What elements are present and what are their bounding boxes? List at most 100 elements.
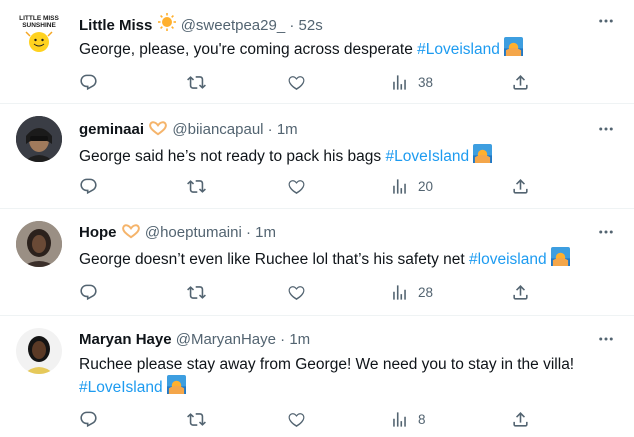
- like-button[interactable]: [287, 408, 306, 430]
- tweet-card[interactable]: Maryan Haye @MaryanHaye · 1m Ruchee plea…: [0, 316, 634, 437]
- tweet-body: George doesn’t even like Ruchee lol that…: [79, 251, 470, 268]
- timestamp[interactable]: 1m: [277, 121, 298, 138]
- reply-button[interactable]: [79, 281, 98, 303]
- tweet-card[interactable]: geminaai @biiancapaul · 1m George said h…: [0, 104, 634, 209]
- share-button[interactable]: [511, 281, 530, 303]
- sun-emoji-icon: [157, 12, 177, 32]
- reply-icon: [79, 177, 98, 196]
- action-bar: 20: [79, 175, 619, 197]
- like-button[interactable]: [287, 71, 306, 93]
- tweet-text: George, please, you're coming across des…: [79, 37, 619, 60]
- avatar[interactable]: LITTLE MISS SUNSHINE: [16, 10, 62, 56]
- more-icon[interactable]: [596, 223, 616, 241]
- tweet-text: George said he’s not ready to pack his b…: [79, 144, 619, 167]
- views-button[interactable]: 28: [390, 281, 433, 303]
- heart-hands-emoji-icon: [121, 223, 141, 239]
- more-icon[interactable]: [596, 12, 616, 30]
- tweet-header: Maryan Haye @MaryanHaye · 1m: [79, 330, 310, 350]
- action-bar: 28: [79, 281, 619, 303]
- island-emoji-icon: [504, 37, 523, 56]
- like-button[interactable]: [287, 281, 306, 303]
- display-name[interactable]: geminaai: [79, 121, 144, 138]
- tweet-card[interactable]: LITTLE MISS SUNSHINE Little Miss @sweetp…: [0, 0, 634, 104]
- retweet-button[interactable]: [187, 175, 206, 197]
- views-icon: [390, 410, 409, 429]
- views-icon: [390, 73, 409, 92]
- tweet-card[interactable]: Hope @hoeptumaini · 1m George doesn’t ev…: [0, 209, 634, 316]
- action-bar: 8: [79, 408, 619, 430]
- separator-dot: ·: [245, 224, 251, 241]
- reply-icon: [79, 73, 98, 92]
- more-icon[interactable]: [596, 120, 616, 138]
- display-name[interactable]: Hope: [79, 224, 117, 241]
- timestamp[interactable]: 52s: [299, 17, 323, 34]
- heart-hands-emoji-icon: [148, 120, 168, 136]
- views-icon: [390, 177, 409, 196]
- svg-text:LITTLE MISS: LITTLE MISS: [19, 15, 59, 22]
- more-icon[interactable]: [596, 330, 616, 348]
- share-button[interactable]: [511, 408, 530, 430]
- share-icon: [511, 177, 530, 196]
- like-icon: [287, 283, 306, 302]
- hashtag-link[interactable]: #loveisland: [469, 251, 547, 268]
- views-count: 8: [418, 411, 426, 427]
- views-icon: [390, 283, 409, 302]
- views-count: 38: [418, 74, 434, 90]
- like-icon: [287, 73, 306, 92]
- retweet-icon: [187, 177, 206, 196]
- views-button[interactable]: 8: [390, 408, 426, 430]
- views-button[interactable]: 20: [390, 175, 433, 197]
- tweet-body: George, please, you're coming across des…: [79, 41, 418, 58]
- reply-icon: [79, 283, 98, 302]
- tweet-text: Ruchee please stay away from George! We …: [79, 354, 619, 398]
- share-button[interactable]: [511, 175, 530, 197]
- display-name[interactable]: Maryan Haye: [79, 331, 172, 348]
- hashtag-link[interactable]: #LoveIsland: [385, 148, 469, 165]
- retweet-button[interactable]: [187, 408, 206, 430]
- hashtag-link[interactable]: #LoveIsland: [79, 379, 163, 396]
- retweet-button[interactable]: [187, 281, 206, 303]
- separator-dot: ·: [280, 331, 286, 348]
- share-icon: [511, 283, 530, 302]
- user-handle[interactable]: @biiancapaul: [172, 121, 263, 138]
- views-button[interactable]: 38: [390, 71, 433, 93]
- reply-button[interactable]: [79, 408, 98, 430]
- retweet-button[interactable]: [187, 71, 206, 93]
- reply-button[interactable]: [79, 175, 98, 197]
- avatar[interactable]: [16, 221, 62, 267]
- tweet-header: geminaai @biiancapaul · 1m: [79, 120, 298, 140]
- timestamp[interactable]: 1m: [255, 224, 276, 241]
- user-handle[interactable]: @hoeptumaini: [145, 224, 242, 241]
- retweet-icon: [187, 283, 206, 302]
- tweet-text: George doesn’t even like Ruchee lol that…: [79, 247, 619, 270]
- like-button[interactable]: [287, 175, 306, 197]
- svg-text:SUNSHINE: SUNSHINE: [22, 22, 56, 29]
- avatar[interactable]: [16, 116, 62, 162]
- views-count: 28: [418, 284, 434, 300]
- display-name[interactable]: Little Miss: [79, 17, 152, 34]
- user-handle[interactable]: @MaryanHaye: [176, 331, 276, 348]
- separator-dot: ·: [267, 121, 273, 138]
- retweet-icon: [187, 73, 206, 92]
- timestamp[interactable]: 1m: [289, 331, 310, 348]
- tweet-header: Little Miss @sweetpea29_ · 52s: [79, 12, 323, 36]
- hashtag-link[interactable]: #Loveisland: [417, 41, 500, 58]
- island-emoji-icon: [551, 247, 570, 266]
- like-icon: [287, 177, 306, 196]
- tweet-body: George said he’s not ready to pack his b…: [79, 148, 386, 165]
- avatar[interactable]: [16, 328, 62, 374]
- user-handle[interactable]: @sweetpea29_: [181, 17, 285, 34]
- share-icon: [511, 410, 530, 429]
- share-icon: [511, 73, 530, 92]
- reply-button[interactable]: [79, 71, 98, 93]
- views-count: 20: [418, 178, 434, 194]
- share-button[interactable]: [511, 71, 530, 93]
- action-bar: 38: [79, 71, 619, 93]
- island-emoji-icon: [167, 375, 186, 394]
- like-icon: [287, 410, 306, 429]
- tweet-header: Hope @hoeptumaini · 1m: [79, 223, 276, 243]
- island-emoji-icon: [473, 144, 492, 163]
- retweet-icon: [187, 410, 206, 429]
- separator-dot: ·: [289, 17, 295, 34]
- reply-icon: [79, 410, 98, 429]
